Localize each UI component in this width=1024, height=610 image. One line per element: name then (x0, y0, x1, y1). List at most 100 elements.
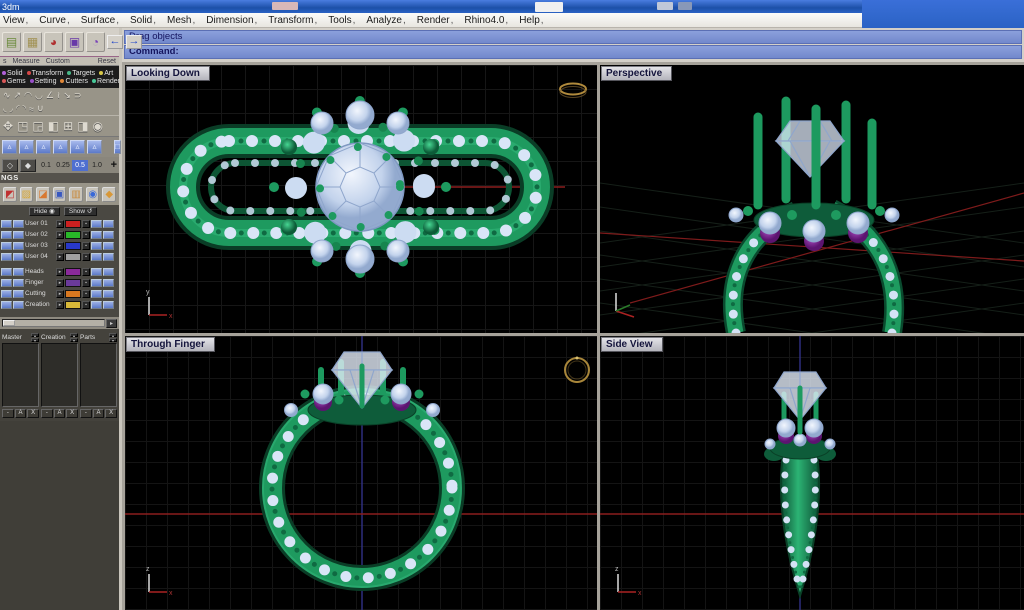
layer-color-swatch[interactable] (65, 301, 81, 309)
curve-tool-icon[interactable]: ⊃ (74, 90, 82, 101)
layer-button[interactable] (103, 231, 114, 239)
viewport-label[interactable]: Side View (601, 337, 663, 352)
spinner-up-button[interactable]: ▴ (109, 333, 117, 337)
viewport-label[interactable]: Perspective (601, 66, 672, 81)
curve-tool-icon[interactable]: ◞ (10, 103, 14, 114)
layer-button[interactable] (103, 268, 114, 276)
layer-button[interactable] (1, 279, 12, 287)
snap-value-button[interactable]: 0.5 (72, 160, 88, 171)
list-body[interactable] (2, 343, 39, 407)
layer-button[interactable] (13, 220, 24, 228)
hide-button[interactable]: Hide ◉ (29, 207, 60, 216)
curve-tool-icon[interactable]: ∠ (46, 90, 54, 101)
list-body[interactable] (41, 343, 78, 407)
view-button[interactable]: ▵ (19, 140, 34, 154)
layer-lock-button[interactable]: ▪ (82, 268, 90, 276)
sidebar-tab[interactable]: Custom (46, 58, 70, 65)
menu-item[interactable]: Help (519, 15, 543, 26)
layer-button[interactable] (1, 253, 12, 261)
layer-button[interactable] (1, 242, 12, 250)
view-button[interactable]: ▵ (53, 140, 68, 154)
spinner-down-button[interactable]: ▾ (31, 338, 39, 342)
layer-button[interactable] (13, 268, 24, 276)
layer-button[interactable] (103, 290, 114, 298)
utility-icon[interactable]: ▨ (20, 187, 34, 202)
toolbar-icon[interactable]: ▤ (2, 32, 21, 52)
transform-tool-icon[interactable]: ◧ (48, 119, 59, 133)
list-remove-button[interactable]: - (2, 409, 14, 418)
curve-tool-icon[interactable]: ∪ (37, 103, 44, 114)
layer-button[interactable] (91, 268, 102, 276)
utility-icon[interactable]: ◆ (102, 187, 116, 202)
layer-button[interactable] (103, 253, 114, 261)
utility-icon[interactable]: ◩ (3, 187, 17, 202)
viewport-perspective[interactable]: Perspective (600, 65, 1024, 333)
layer-button[interactable] (103, 301, 114, 309)
viewport-looking-down[interactable]: Looking Down (125, 65, 597, 333)
category-link[interactable]: Art (99, 70, 113, 77)
spinner-down-button[interactable]: ▾ (109, 338, 117, 342)
curve-tool-icon[interactable]: ↗ (14, 90, 22, 101)
layer-name[interactable]: User 02 (25, 231, 55, 238)
spinner-up-button[interactable]: ▴ (31, 333, 39, 337)
layer-button[interactable] (103, 279, 114, 287)
transform-tool-icon[interactable]: ◳ (17, 119, 28, 133)
list-delete-button[interactable]: X (66, 409, 78, 418)
view-button[interactable]: ▵ (87, 140, 102, 154)
layer-button[interactable] (13, 253, 24, 261)
list-remove-button[interactable]: - (80, 409, 92, 418)
layer-name[interactable]: User 04 (25, 253, 55, 260)
layer-button[interactable] (103, 242, 114, 250)
transform-tool-icon[interactable]: ◉ (93, 119, 103, 133)
menu-item[interactable]: Analyze (366, 15, 405, 26)
menu-item[interactable]: Surface (81, 15, 119, 26)
utility-icon[interactable]: ◉ (86, 187, 100, 202)
snap-value-button[interactable]: 1.0 (89, 160, 105, 171)
curve-tool-icon[interactable]: ◜ (16, 103, 20, 114)
layer-lock-button[interactable]: ▪ (82, 231, 90, 239)
forward-arrow-button[interactable]: → (126, 35, 142, 49)
layer-arrow-button[interactable]: ▸ (56, 231, 64, 239)
layer-name[interactable]: Finger (25, 279, 55, 286)
layer-lock-button[interactable]: ▪ (82, 242, 90, 250)
menu-item[interactable]: Rhino4.0 (464, 15, 508, 26)
toolbar-icon[interactable]: ◔ (86, 32, 105, 52)
layer-lock-button[interactable]: ▪ (82, 253, 90, 261)
crosshair-icon[interactable]: + (111, 159, 117, 171)
show-button[interactable]: Show ↺ (64, 207, 98, 216)
sidebar-tab[interactable]: s (3, 58, 7, 65)
snap-value-button[interactable]: 0.25 (55, 160, 71, 171)
layer-button[interactable] (1, 290, 12, 298)
layer-color-swatch[interactable] (65, 268, 81, 276)
back-arrow-button[interactable]: ← (107, 35, 123, 49)
curve-tool-icon[interactable]: ≈ (29, 104, 34, 114)
layer-lock-button[interactable]: ▪ (82, 279, 90, 287)
layer-button[interactable] (91, 290, 102, 298)
category-link[interactable]: Gems (2, 78, 26, 85)
layer-arrow-button[interactable]: ▸ (56, 253, 64, 261)
list-delete-button[interactable]: X (27, 409, 39, 418)
view-button[interactable]: ▵ (70, 140, 85, 154)
layer-button[interactable] (91, 242, 102, 250)
viewport-side-view[interactable]: Side View (600, 336, 1024, 610)
category-link[interactable]: Targets (67, 70, 95, 77)
layer-arrow-button[interactable]: ▸ (56, 220, 64, 228)
layer-button[interactable] (91, 231, 102, 239)
slider-arrow-button[interactable]: ▸ (106, 319, 117, 328)
spinner-down-button[interactable]: ▾ (70, 338, 78, 342)
layer-button[interactable] (13, 301, 24, 309)
layer-button[interactable] (91, 220, 102, 228)
viewport-label[interactable]: Through Finger (126, 337, 215, 352)
layer-button[interactable] (13, 231, 24, 239)
category-link[interactable]: Setting (30, 78, 57, 85)
curve-tool-icon[interactable]: ◠ (24, 90, 32, 101)
layer-arrow-button[interactable]: ▸ (56, 268, 64, 276)
menu-item[interactable]: Mesh (167, 15, 195, 26)
layer-button[interactable] (91, 253, 102, 261)
list-delete-button[interactable]: X (105, 409, 117, 418)
layer-arrow-button[interactable]: ▸ (56, 290, 64, 298)
view-button[interactable]: ▵ (2, 140, 17, 154)
toolbar-icon[interactable]: ▦ (23, 32, 42, 52)
layer-button[interactable] (1, 268, 12, 276)
layer-button[interactable] (91, 279, 102, 287)
